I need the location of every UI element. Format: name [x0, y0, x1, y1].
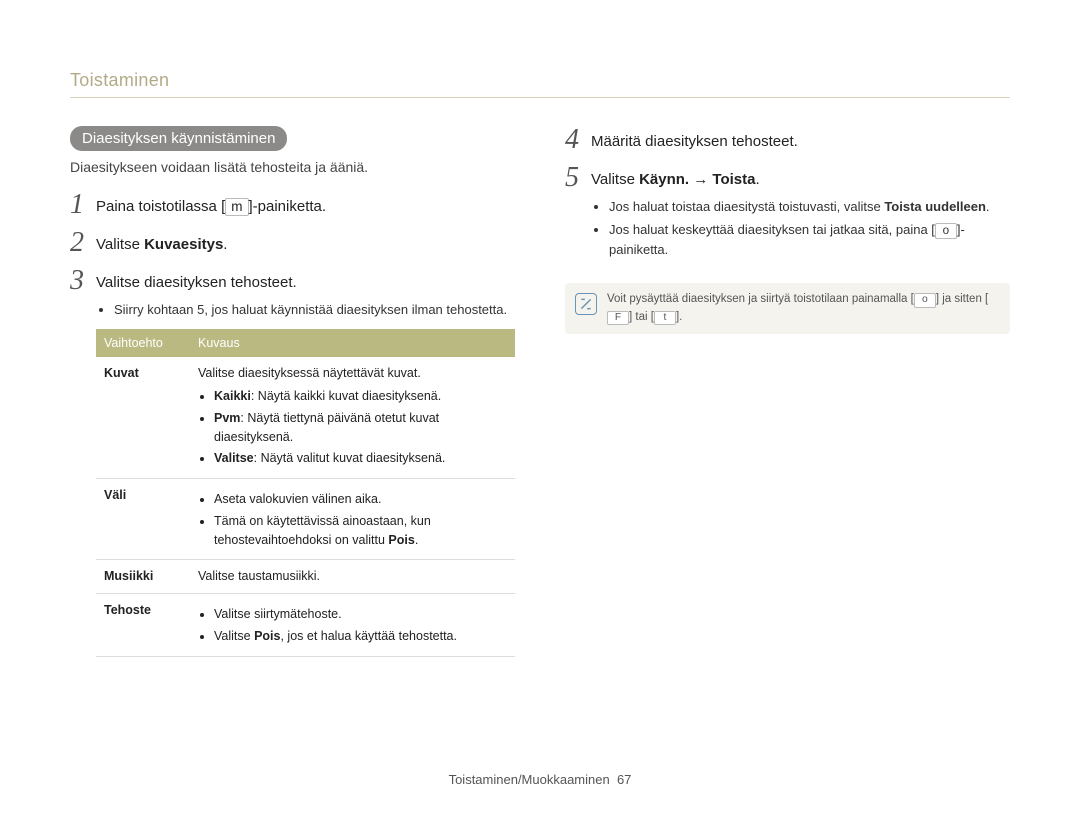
bullet-item: Pvm: Näytä tiettynä päivänä otetut kuvat…	[214, 409, 507, 447]
cell-bullets: Kaikki: Näytä kaikki kuvat diaesityksenä…	[198, 387, 507, 468]
content-columns: Diaesityksen käynnistäminen Diaesityksee…	[70, 126, 1010, 667]
key-o: o	[914, 293, 936, 307]
bullet-item: Tämä on käytettävissä ainoastaan, kun te…	[214, 512, 507, 550]
step-body: Valitse Kuvaesitys.	[96, 229, 515, 256]
cell-bullets: Aseta valokuvien välinen aika. Tämä on k…	[198, 490, 507, 549]
page-header: Toistaminen	[70, 70, 1010, 98]
note-part: ].	[676, 311, 682, 323]
step-text: ]-painiketta.	[249, 198, 327, 215]
step-bullets: Jos haluat toistaa diaesitystä toistuvas…	[591, 197, 1010, 260]
bullet-text: Valitse	[214, 629, 254, 643]
step-3: 3 Valitse diaesityksen tehosteet. Siirry…	[70, 267, 515, 657]
bullet-item: Jos haluat toistaa diaesitystä toistuvas…	[609, 197, 1010, 217]
options-table: Vaihtoehto Kuvaus Kuvat Valitse diaesity…	[96, 329, 515, 656]
option-label: Väli	[96, 479, 190, 560]
step-bold: Kuvaesitys	[144, 236, 223, 253]
footer-text: Toistaminen/Muokkaaminen	[449, 772, 610, 787]
step-text: Paina toistotilassa [	[96, 198, 225, 215]
step-body: Paina toistotilassa [m]-painiketta.	[96, 191, 515, 218]
step-text: Valitse diaesityksen tehosteet.	[96, 274, 297, 291]
option-desc: Aseta valokuvien välinen aika. Tämä on k…	[190, 479, 515, 560]
step-body: Määritä diaesityksen tehosteet.	[591, 126, 1010, 153]
step-text: Valitse	[96, 236, 144, 253]
page-footer: Toistaminen/Muokkaaminen 67	[0, 772, 1080, 787]
section-intro: Diaesitykseen voidaan lisätä tehosteita …	[70, 159, 515, 175]
bullet-item: Valitse: Näytä valitut kuvat diaesitykse…	[214, 449, 507, 468]
bullet-bold: Toista uudelleen	[884, 199, 986, 214]
step-body: Valitse Käynn. → Toista. Jos haluat tois…	[591, 164, 1010, 269]
right-column: 4 Määritä diaesityksen tehosteet. 5 Vali…	[565, 126, 1010, 667]
page-number: 67	[617, 772, 631, 787]
bullet-item: Valitse Pois, jos et halua käyttää tehos…	[214, 627, 507, 646]
section-pill: Diaesityksen käynnistäminen	[70, 126, 287, 151]
step-number: 5	[565, 164, 591, 192]
bullet-text: Jos haluat toistaa diaesitystä toistuvas…	[609, 199, 884, 214]
bullet-item: Siirry kohtaan 5, jos haluat käynnistää …	[114, 300, 515, 320]
option-desc: Valitse diaesityksessä näytettävät kuvat…	[190, 357, 515, 478]
manual-page: Toistaminen Diaesityksen käynnistäminen …	[0, 0, 1080, 815]
bullet-bold: Pois	[254, 629, 280, 643]
table-row: Tehoste Valitse siirtymätehoste. Valitse…	[96, 594, 515, 657]
bullet-text: .	[415, 533, 418, 547]
bullet-item: Kaikki: Näytä kaikki kuvat diaesityksenä…	[214, 387, 507, 406]
bullet-text: : Näytä valitut kuvat diaesityksenä.	[254, 451, 446, 465]
option-label: Musiikki	[96, 560, 190, 594]
bullet-bold: Kaikki	[214, 389, 251, 403]
bullet-text: , jos et halua käyttää tehostetta.	[280, 629, 457, 643]
bullet-bold: Valitse	[214, 451, 254, 465]
cell-text: Valitse diaesityksessä näytettävät kuvat…	[198, 366, 421, 380]
note-part: Voit pysäyttää diaesityksen ja siirtyä t…	[607, 293, 914, 305]
step-text: .	[755, 171, 759, 188]
step-text: Valitse	[591, 171, 639, 188]
bullet-text: Jos haluat keskeyttää diaesityksen tai j…	[609, 222, 935, 237]
key-o: o	[935, 223, 957, 239]
key-t: t	[654, 311, 676, 325]
left-column: Diaesityksen käynnistäminen Diaesityksee…	[70, 126, 515, 667]
note-box: Voit pysäyttää diaesityksen ja siirtyä t…	[565, 283, 1010, 334]
bullet-bold: Pois	[388, 533, 414, 547]
step-bullets: Siirry kohtaan 5, jos haluat käynnistää …	[96, 300, 515, 320]
option-desc: Valitse taustamusiikki.	[190, 560, 515, 594]
step-1: 1 Paina toistotilassa [m]-painiketta.	[70, 191, 515, 219]
step-body: Valitse diaesityksen tehosteet. Siirry k…	[96, 267, 515, 657]
step-number: 3	[70, 267, 96, 295]
note-part: ] tai [	[629, 311, 654, 323]
step-4: 4 Määritä diaesityksen tehosteet.	[565, 126, 1010, 154]
step-number: 4	[565, 126, 591, 154]
bullet-bold: Pvm	[214, 411, 240, 425]
note-part: ] ja sitten [	[936, 293, 988, 305]
bullet-text: : Näytä kaikki kuvat diaesityksenä.	[251, 389, 441, 403]
key-f: F	[607, 311, 629, 325]
step-number: 2	[70, 229, 96, 257]
step-5: 5 Valitse Käynn. → Toista. Jos haluat to…	[565, 164, 1010, 269]
bullet-item: Aseta valokuvien välinen aika.	[214, 490, 507, 509]
key-m: m	[225, 198, 248, 216]
bullet-item: Valitse siirtymätehoste.	[214, 605, 507, 624]
option-desc: Valitse siirtymätehoste. Valitse Pois, j…	[190, 594, 515, 657]
bullet-text: : Näytä tiettynä päivänä otetut kuvat di…	[214, 411, 439, 444]
table-row: Väli Aseta valokuvien välinen aika. Tämä…	[96, 479, 515, 560]
bullet-item: Jos haluat keskeyttää diaesityksen tai j…	[609, 220, 1010, 259]
step-text: .	[223, 236, 227, 253]
step-bold: Käynn. → Toista	[639, 171, 755, 188]
table-header-desc: Kuvaus	[190, 329, 515, 357]
step-2: 2 Valitse Kuvaesitys.	[70, 229, 515, 257]
step-number: 1	[70, 191, 96, 219]
table-header-option: Vaihtoehto	[96, 329, 190, 357]
option-label: Kuvat	[96, 357, 190, 478]
table-row: Kuvat Valitse diaesityksessä näytettävät…	[96, 357, 515, 478]
note-text: Voit pysäyttää diaesityksen ja siirtyä t…	[607, 291, 1000, 326]
option-label: Tehoste	[96, 594, 190, 657]
bullet-text: .	[986, 199, 990, 214]
cell-bullets: Valitse siirtymätehoste. Valitse Pois, j…	[198, 605, 507, 646]
note-icon	[575, 293, 597, 315]
table-row: Musiikki Valitse taustamusiikki.	[96, 560, 515, 594]
